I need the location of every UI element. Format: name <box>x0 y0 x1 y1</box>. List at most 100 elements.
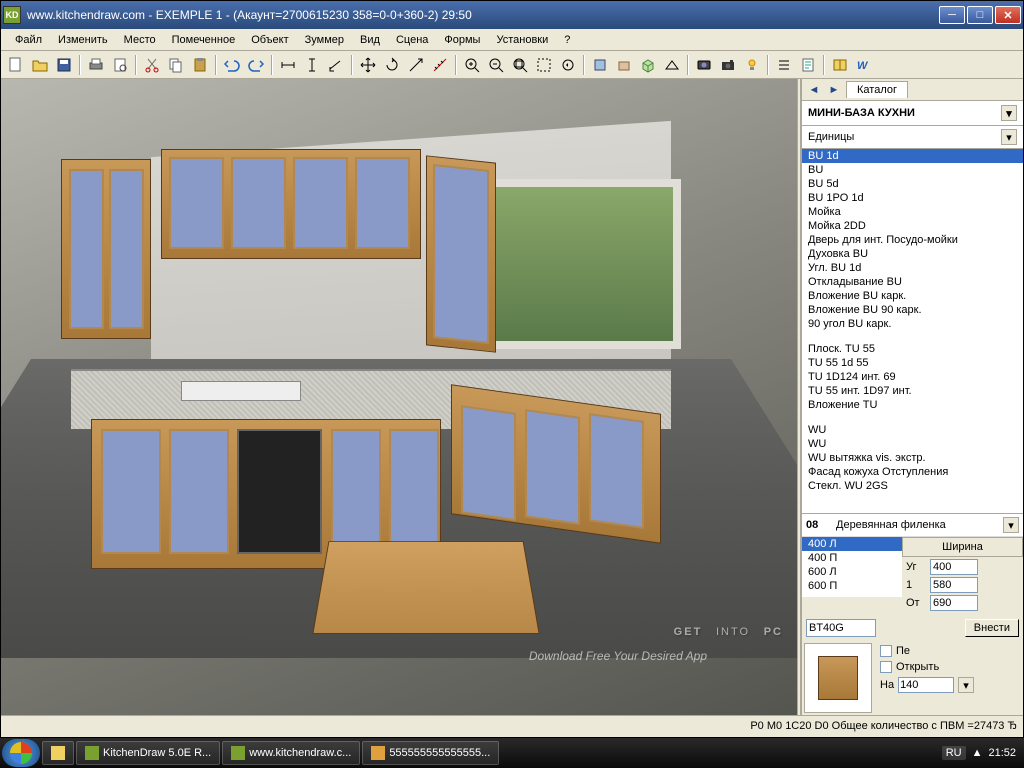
tb-zoom-window[interactable] <box>533 54 555 76</box>
list-item[interactable]: Стекл. WU 2GS <box>802 479 1023 493</box>
list-item[interactable]: Дверь для инт. Посудо-мойки <box>802 233 1023 247</box>
task-item[interactable]: KitchenDraw 5.0E R... <box>76 741 220 765</box>
catalog-tab[interactable]: Каталог <box>846 81 908 98</box>
ug-input[interactable] <box>930 559 978 575</box>
one-input[interactable] <box>930 577 978 593</box>
ot-input[interactable] <box>930 595 978 611</box>
list-item[interactable]: WU вытяжка vis. экстр. <box>802 451 1023 465</box>
list-item[interactable]: 90 угол BU карк. <box>802 317 1023 331</box>
dim-item[interactable]: 600 П <box>802 579 902 593</box>
list-item[interactable]: Плоск. TU 55 <box>802 342 1023 356</box>
tb-new[interactable] <box>5 54 27 76</box>
tb-zoom-in[interactable] <box>461 54 483 76</box>
tb-move[interactable] <box>357 54 379 76</box>
tb-camera[interactable] <box>717 54 739 76</box>
task-item[interactable] <box>42 741 74 765</box>
category-dropdown[interactable]: ▾ <box>1001 129 1017 145</box>
tb-view-3d[interactable] <box>637 54 659 76</box>
tb-cut[interactable] <box>141 54 163 76</box>
clock[interactable]: 21:52 <box>988 747 1016 759</box>
tb-scale[interactable] <box>405 54 427 76</box>
menu-scene[interactable]: Сцена <box>388 32 436 48</box>
list-item[interactable]: Откладывание BU <box>802 275 1023 289</box>
tb-view-persp[interactable] <box>661 54 683 76</box>
dim-item[interactable]: 400 П <box>802 551 902 565</box>
list-item[interactable]: BU 5d <box>802 177 1023 191</box>
component-list[interactable]: BU 1dBUBU 5dBU 1PO 1dМойкаМойка 2DDДверь… <box>802 149 1023 514</box>
dim-item[interactable]: 400 Л <box>802 537 902 551</box>
tb-view-front[interactable] <box>613 54 635 76</box>
list-item[interactable] <box>802 331 1023 342</box>
catalog-dropdown[interactable]: ▾ <box>1001 105 1017 121</box>
dimension-list[interactable]: 400 Л400 П600 Л600 П <box>802 537 902 597</box>
menu-marked[interactable]: Помеченное <box>164 32 244 48</box>
menu-settings[interactable]: Установки <box>488 32 556 48</box>
tray-icon[interactable]: ▲ <box>972 747 983 759</box>
list-item[interactable]: Вложение BU 90 карк. <box>802 303 1023 317</box>
tb-undo[interactable] <box>221 54 243 76</box>
code-input[interactable] <box>806 619 876 637</box>
tb-render[interactable] <box>693 54 715 76</box>
tb-print[interactable] <box>85 54 107 76</box>
list-item[interactable]: Мойка <box>802 205 1023 219</box>
panel-prev-icon[interactable]: ◄ <box>806 82 822 98</box>
tb-open[interactable] <box>29 54 51 76</box>
apply-button[interactable]: Внести <box>965 619 1019 637</box>
tb-dim-h[interactable] <box>277 54 299 76</box>
tb-paste[interactable] <box>189 54 211 76</box>
tb-measure[interactable] <box>429 54 451 76</box>
open-checkbox[interactable] <box>880 661 892 673</box>
menu-edit[interactable]: Изменить <box>50 32 116 48</box>
list-item[interactable]: TU 1D124 инт. 69 <box>802 370 1023 384</box>
tb-list[interactable] <box>773 54 795 76</box>
tb-print-preview[interactable] <box>109 54 131 76</box>
menu-zoomer[interactable]: Зуммер <box>297 32 352 48</box>
tb-report[interactable] <box>797 54 819 76</box>
list-item[interactable]: BU 1d <box>802 149 1023 163</box>
menu-place[interactable]: Место <box>116 32 164 48</box>
tb-light[interactable] <box>741 54 763 76</box>
menu-object[interactable]: Объект <box>243 32 296 48</box>
tb-zoom-out[interactable] <box>485 54 507 76</box>
minimize-button[interactable]: ─ <box>939 6 965 24</box>
menu-help[interactable]: ? <box>556 32 578 48</box>
task-item[interactable]: 555555555555555... <box>362 741 499 765</box>
list-item[interactable]: WU <box>802 423 1023 437</box>
list-item[interactable]: BU 1PO 1d <box>802 191 1023 205</box>
na-input[interactable] <box>898 677 954 693</box>
lang-indicator[interactable]: RU <box>942 746 966 760</box>
tb-view-top[interactable] <box>589 54 611 76</box>
list-item[interactable]: TU 55 1d 55 <box>802 356 1023 370</box>
tb-catalog[interactable] <box>829 54 851 76</box>
task-item[interactable]: www.kitchendraw.c... <box>222 741 360 765</box>
list-item[interactable]: Вложение BU карк. <box>802 289 1023 303</box>
tb-zoom-prev[interactable] <box>557 54 579 76</box>
list-item[interactable]: TU 55 инт. 1D97 инт. <box>802 384 1023 398</box>
tb-dim-v[interactable] <box>301 54 323 76</box>
list-item[interactable]: WU <box>802 437 1023 451</box>
tb-copy[interactable] <box>165 54 187 76</box>
menu-view[interactable]: Вид <box>352 32 388 48</box>
list-item[interactable]: Мойка 2DD <box>802 219 1023 233</box>
list-item[interactable]: Вложение TU <box>802 398 1023 412</box>
start-button[interactable] <box>2 739 40 767</box>
tb-rotate[interactable] <box>381 54 403 76</box>
pe-checkbox[interactable] <box>880 645 892 657</box>
menu-forms[interactable]: Формы <box>436 32 488 48</box>
list-item[interactable]: Духовка BU <box>802 247 1023 261</box>
list-item[interactable]: Фасад кожуха Отступления <box>802 465 1023 479</box>
close-button[interactable]: ✕ <box>995 6 1021 24</box>
tb-redo[interactable] <box>245 54 267 76</box>
dim-item[interactable]: 600 Л <box>802 565 902 579</box>
na-dropdown[interactable]: ▾ <box>958 677 974 693</box>
menu-file[interactable]: Файл <box>7 32 50 48</box>
list-item[interactable] <box>802 412 1023 423</box>
list-item[interactable]: Угл. BU 1d <box>802 261 1023 275</box>
tb-zoom-fit[interactable] <box>509 54 531 76</box>
tb-dim-a[interactable] <box>325 54 347 76</box>
tb-web[interactable]: W <box>853 54 875 76</box>
tb-save[interactable] <box>53 54 75 76</box>
finish-dropdown[interactable]: ▾ <box>1003 517 1019 533</box>
maximize-button[interactable]: □ <box>967 6 993 24</box>
list-item[interactable]: BU <box>802 163 1023 177</box>
